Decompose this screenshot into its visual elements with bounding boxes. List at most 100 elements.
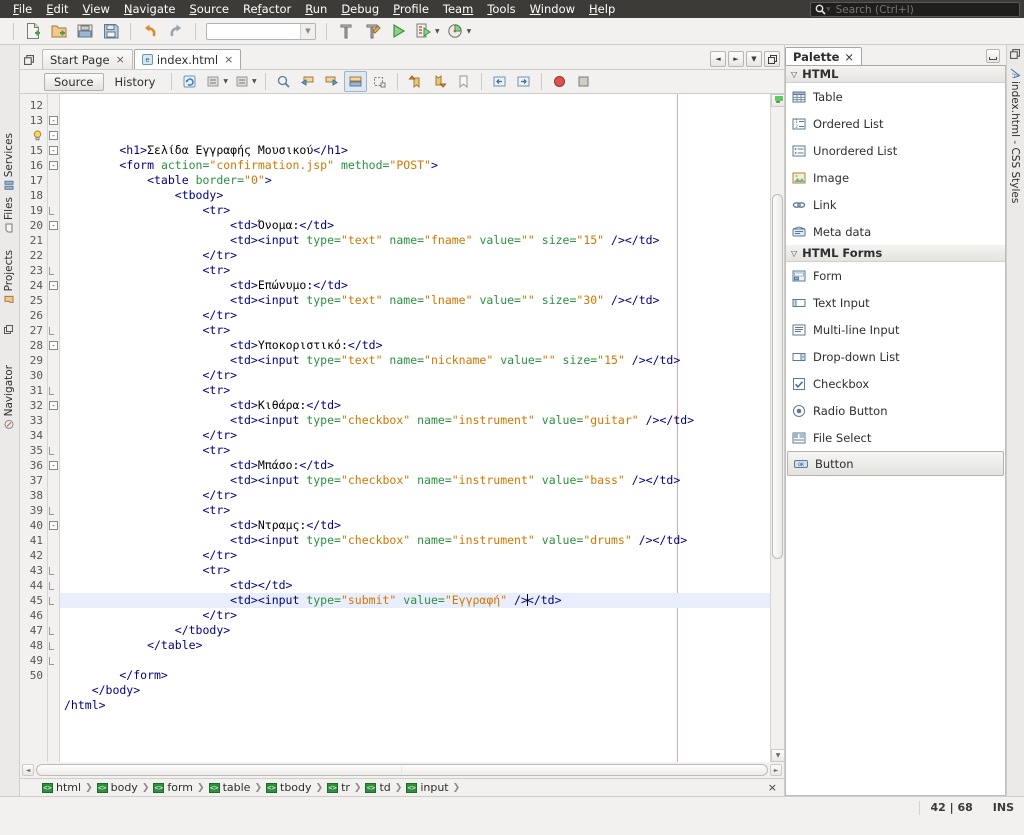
code-line[interactable]: <td>Επώνυμο:</td> [60,278,770,293]
close-icon[interactable]: × [224,53,233,66]
tab-source[interactable]: Source [44,72,104,91]
fold-toggle[interactable] [48,263,59,278]
menu-item-source[interactable]: Source [182,1,236,17]
toggle-rectangular-selection-icon[interactable] [368,71,391,92]
code-line[interactable]: </table> [60,638,770,653]
fold-toggle[interactable] [48,653,59,668]
code-line[interactable]: </tr> [60,488,770,503]
palette-item-drop-down-list[interactable]: Drop-down List [786,343,1005,370]
breadcrumb-item-html[interactable]: <> html [42,781,81,794]
code-folding-column[interactable]: ---------- [48,94,60,762]
redo-icon[interactable] [164,20,188,43]
code-line[interactable]: </tbody> [60,623,770,638]
clean-build-icon[interactable] [360,20,384,43]
build-project-icon[interactable] [334,20,358,43]
palette-item-meta-data[interactable]: Meta data [786,218,1005,245]
line-number-gutter[interactable]: 12 13 15 16 17 18 19 20 21 22 23 24 25 26 27 28 29 30 31 32… [20,94,48,762]
code-line[interactable]: <td><input type="text" name="fname" valu… [60,233,770,248]
fold-toggle[interactable] [48,503,59,518]
dock-minimize-icon[interactable] [4,325,13,334]
fold-toggle[interactable]: - [48,158,59,173]
editor-hint-icon[interactable] [20,128,47,143]
find-selection-icon[interactable] [272,71,295,92]
fold-toggle[interactable] [48,443,59,458]
menu-item-debug[interactable]: Debug [334,1,386,17]
menu-item-tools[interactable]: Tools [480,1,522,17]
next-occurrence-icon[interactable] [320,71,343,92]
fold-toggle[interactable] [48,323,59,338]
scroll-tabs-right-button[interactable]: ► [728,51,744,67]
menu-item-file[interactable]: File [6,1,39,17]
tab-list-button[interactable]: ▼ [746,51,762,67]
palette-tab[interactable]: Palette × [785,47,863,65]
fold-toggle[interactable]: - [48,218,59,233]
code-line[interactable]: <td>Υποκοριστικό:</td> [60,338,770,353]
dock-minimize-icon[interactable] [1010,49,1020,59]
fold-toggle[interactable] [48,383,59,398]
search-scope-caret[interactable]: ▼ [826,6,831,13]
toggle-bookmark-icon[interactable] [452,71,475,92]
code-line[interactable] [60,653,770,668]
breadcrumb-item-body[interactable]: <> body [96,781,138,794]
next-bookmark-icon[interactable] [428,71,451,92]
code-line[interactable]: </tr> [60,368,770,383]
palette-item-image[interactable]: Image [786,164,1005,191]
fold-toggle[interactable]: - [48,113,59,128]
annotation-mark[interactable] [775,96,783,101]
project-config-combo[interactable]: ▼ [206,22,316,40]
menu-item-run[interactable]: Run [298,1,334,17]
sidebar-item-navigator[interactable]: Navigator [3,365,15,429]
code-line[interactable]: </tr> [60,608,770,623]
code-line[interactable]: <h1>Σελίδα Εγγραφής Μουσικού</h1> [60,143,770,158]
fold-toggle[interactable]: - [48,518,59,533]
palette-item-file-select[interactable]: File Select [786,424,1005,451]
palette-category-html-forms[interactable]: ▽ HTML Forms [786,245,1005,262]
debug-dropdown-caret[interactable]: ▼ [435,28,440,35]
document-tab-start-page[interactable]: Start Page × [42,49,133,69]
breadcrumb-item-table[interactable]: <> table [208,781,250,794]
fold-toggle[interactable]: - [48,143,59,158]
palette-item-unordered-list[interactable]: Unordered List [786,137,1005,164]
open-project-icon[interactable] [73,20,97,43]
palette-item-checkbox[interactable]: Checkbox [786,370,1005,397]
palette-item-button[interactable]: OK Button [787,451,1004,476]
fold-toggle[interactable]: - [48,128,59,143]
shift-line-left-icon[interactable] [488,71,511,92]
fold-toggle[interactable] [48,203,59,218]
palette-item-ordered-list[interactable]: 1 2 Ordered List [786,110,1005,137]
scrollbar-thumb[interactable] [772,194,783,559]
fold-toggle[interactable] [48,593,59,608]
code-line[interactable]: </tr> [60,308,770,323]
code-line[interactable]: <tr> [60,203,770,218]
scroll-tabs-left-button[interactable]: ◄ [710,51,726,67]
new-project-icon[interactable] [47,20,71,43]
menu-item-team[interactable]: Team [436,1,480,17]
toggle-highlight-icon[interactable] [343,71,367,92]
maximize-window-button[interactable] [764,51,780,67]
document-tab-index-html[interactable]: e index.html × [133,49,242,69]
new-file-icon[interactable] [21,20,45,43]
vertical-scrollbar[interactable]: ▲ ▼ [770,94,784,762]
scroll-right-button[interactable]: ► [770,764,782,776]
run-project-icon[interactable] [386,20,410,43]
shift-line-right-icon[interactable] [512,71,535,92]
menu-item-profile[interactable]: Profile [386,1,436,17]
search-box[interactable]: ▼ [810,2,1020,17]
chevron-down-icon[interactable]: ▼ [223,78,228,85]
chevron-down-icon[interactable]: ▼ [252,78,257,85]
code-line[interactable]: <td><input type="checkbox" name="instrum… [60,533,770,548]
fold-toggle[interactable] [48,563,59,578]
code-line[interactable]: </tr> [60,548,770,563]
stop-macro-recording-icon[interactable] [572,71,595,92]
scrollbar-thumb[interactable]: ⫶ [36,764,768,776]
code-line[interactable]: </body> [60,683,770,698]
tab-history[interactable]: History [105,73,166,91]
menu-item-edit[interactable]: Edit [39,1,75,17]
code-line[interactable]: <tr> [60,443,770,458]
menu-item-refactor[interactable]: Refactor [236,1,298,17]
sidebar-item-files[interactable]: Files [3,197,15,233]
close-icon[interactable]: × [844,50,854,64]
collapse-fold-icon[interactable] [202,71,225,92]
start-macro-recording-icon[interactable] [548,71,571,92]
save-all-icon[interactable] [99,20,123,43]
